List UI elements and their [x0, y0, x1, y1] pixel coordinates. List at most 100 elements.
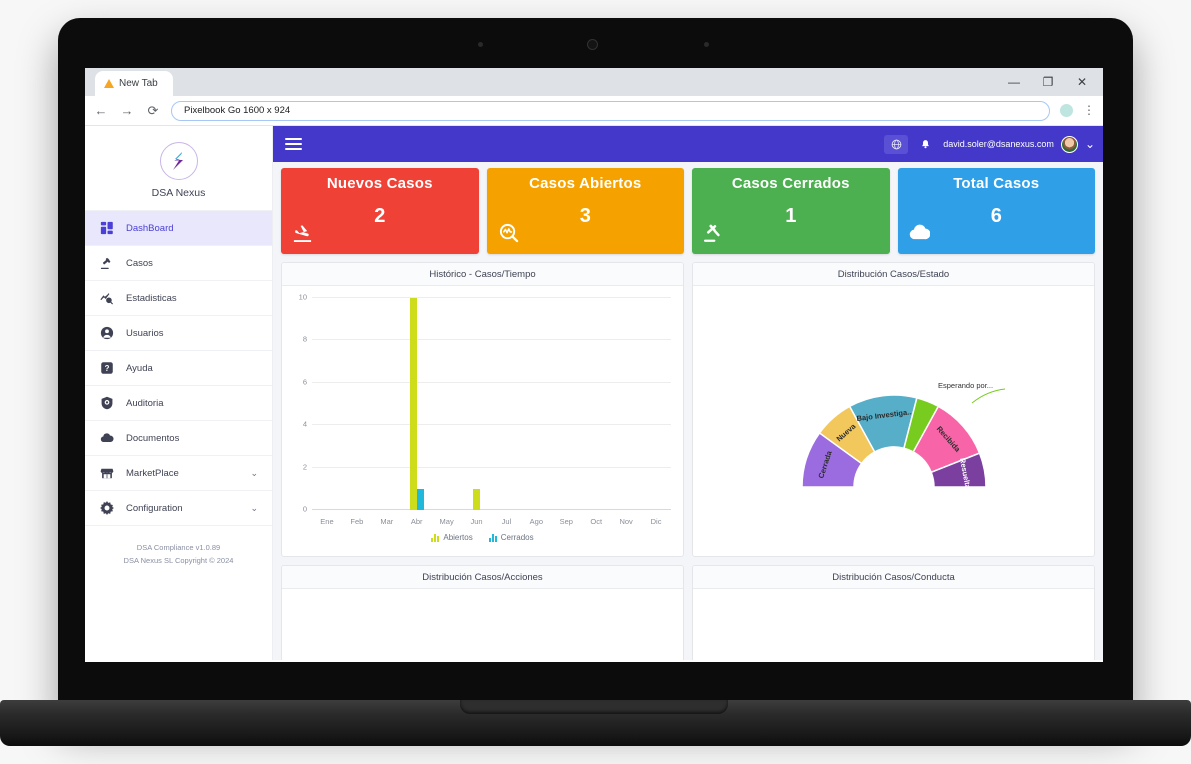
plane-landing-icon: [292, 222, 313, 247]
sidebar-nav: DashBoard Casos Estadisticas Usuarios? Ayuda…: [85, 210, 272, 526]
laptop-mockup-scene: New Tab — ❐ ✕ ← → ⟳ Pixelbook Go 1600 x …: [0, 0, 1191, 764]
x-axis-tick: Dic: [650, 517, 662, 526]
browser-tab[interactable]: New Tab: [95, 71, 173, 96]
y-axis-tick: 8: [302, 334, 307, 344]
sidebar-item-dashboard[interactable]: DashBoard: [85, 210, 272, 246]
sidebar-item-label: Casos: [126, 257, 153, 269]
shield-eye-icon: [101, 396, 112, 410]
bar-abiertos-jun[interactable]: [473, 488, 481, 510]
x-category-band: Jul: [492, 298, 522, 526]
kpi-title: Casos Cerrados: [731, 175, 850, 192]
gavel-icon: [99, 256, 114, 271]
sidebar-item-casos[interactable]: Casos: [85, 245, 272, 281]
kpi-card-casos-cerrados[interactable]: Casos Cerrados 1: [692, 168, 890, 254]
panel-body: [282, 589, 683, 660]
dashboard-grid-icon: [99, 221, 114, 236]
document-cloud-icon: [100, 433, 114, 443]
chevron-down-icon[interactable]: ⌄: [250, 503, 258, 514]
close-button[interactable]: ✕: [1065, 68, 1099, 96]
bar-chart-legend: Abiertos Cerrados: [282, 533, 683, 542]
dsa-nexus-logo-icon: [159, 142, 198, 180]
minimize-button[interactable]: —: [997, 68, 1031, 96]
x-axis-tick: Feb: [350, 517, 364, 526]
sidebar-item-marketplace[interactable]: MarketPlace ⌄: [85, 455, 272, 491]
svg-text:?: ?: [104, 364, 109, 373]
app-topbar: david.soler@dsanexus.com ⌄: [273, 126, 1103, 162]
panel-historico-casos-tiempo: Histórico - Casos/Tiempo 0 2 4 6 8 10 Ene Feb Ma…: [281, 262, 684, 557]
browser-profile-avatar[interactable]: [1060, 104, 1073, 117]
avatar[interactable]: [1060, 135, 1078, 153]
chevron-down-icon[interactable]: ⌄: [250, 468, 258, 479]
kpi-card-nuevos-casos[interactable]: Nuevos Casos 2: [281, 168, 479, 254]
chevron-down-icon[interactable]: ⌄: [1085, 137, 1095, 151]
panel-title: Distribución Casos/Estado: [693, 263, 1094, 286]
bar-chart-historico: 0 2 4 6 8 10 Ene Feb Mar Abr May Jun Jul Ago Sep Oct Nov…: [282, 286, 683, 556]
x-axis-tick: Jul: [501, 517, 512, 526]
topbar-right-group: david.soler@dsanexus.com ⌄: [884, 134, 1095, 154]
sidebar-footer-copyright: DSA Nexus SL Copyright © 2024: [123, 555, 234, 565]
bar-chart-plot-area: 0 2 4 6 8 10 Ene Feb Mar Abr May Jun Jul Ago Sep Oct Nov…: [299, 293, 671, 526]
x-category-band: Mar: [372, 298, 402, 526]
kpi-cards: Nuevos Casos 2 Casos Abiertos 3 Casos Cerrad…: [281, 168, 1095, 254]
legend-item-abiertos[interactable]: Abiertos: [431, 533, 473, 542]
browser-menu-kebab-icon[interactable]: ⋮: [1083, 104, 1095, 116]
sidebar-item-documentos[interactable]: Documentos: [85, 420, 272, 456]
semi-donut-svg: CerradaNuevaBajo Investiga...RecibidaRes…: [800, 388, 1005, 490]
x-category-band: Nov: [611, 298, 641, 526]
sidebar-item-label: DashBoard: [126, 222, 174, 234]
y-axis-tick: 10: [298, 292, 307, 302]
globe-icon[interactable]: [884, 134, 909, 154]
chart-search-icon: [99, 291, 114, 306]
window-controls: — ❐ ✕: [997, 68, 1099, 96]
bar-abiertos-abr[interactable]: [409, 298, 417, 510]
kpi-card-total-casos[interactable]: Total Casos 6: [897, 168, 1095, 254]
x-axis-tick: Sep: [559, 517, 573, 526]
storefront-icon: [100, 468, 113, 479]
maximize-button[interactable]: ❐: [1031, 68, 1065, 96]
legend-item-cerrados[interactable]: Cerrados: [488, 533, 534, 542]
bar-chart-glyph-icon: [488, 533, 497, 542]
brand-block: DSA Nexus: [85, 126, 272, 211]
bar-chart-glyph-icon: [431, 533, 440, 542]
x-axis-tick: Abr: [410, 517, 423, 526]
sidebar-item-estadisticas[interactable]: Estadisticas: [85, 280, 272, 316]
sidebar: DSA Nexus DashBoard Casos Estadisticas Usua…: [85, 126, 273, 660]
legend-label: Cerrados: [500, 533, 534, 542]
gear-icon: [99, 501, 114, 516]
semi-pie-acciones: [282, 607, 683, 660]
panel-title: Distribución Casos/Acciones: [282, 566, 683, 589]
address-bar[interactable]: Pixelbook Go 1600 x 924: [171, 100, 1050, 121]
sidebar-item-configuration[interactable]: Configuration ⌄: [85, 490, 272, 526]
x-category-band: Ago: [521, 298, 551, 526]
sidebar-item-ayuda[interactable]: ? Ayuda: [85, 350, 272, 386]
sidebar-item-usuarios[interactable]: Usuarios: [85, 315, 272, 351]
x-axis-tick: Ene: [320, 517, 334, 526]
legend-label: Abiertos: [443, 533, 473, 542]
laptop-base-notch: [460, 700, 728, 714]
x-axis-tick: Ago: [529, 517, 544, 526]
sidebar-item-label: Estadisticas: [126, 292, 177, 304]
semi-pie-conducta: [693, 607, 1094, 660]
back-icon[interactable]: ←: [93, 103, 109, 118]
sidebar-item-label: MarketPlace: [126, 467, 179, 479]
kpi-card-casos-abiertos[interactable]: Casos Abiertos 3: [486, 168, 684, 254]
document-cloud-icon: [99, 431, 114, 446]
browser-tabstrip: New Tab — ❐ ✕: [85, 68, 1103, 96]
sidebar-item-auditoria[interactable]: Auditoria: [85, 385, 272, 421]
y-axis-tick: 4: [302, 419, 307, 429]
panel-distribucion-casos-estado: Distribución Casos/Estado Cerrada Nueva Ba…: [692, 262, 1095, 557]
x-axis-tick: May: [439, 517, 454, 526]
brand-name: DSA Nexus: [151, 187, 206, 199]
sidebar-item-label: Documentos: [126, 432, 180, 444]
kpi-title: Total Casos: [953, 175, 1040, 192]
bar-cerrados-abr[interactable]: [416, 488, 424, 510]
hamburger-menu-icon[interactable]: [285, 135, 302, 153]
forward-icon[interactable]: →: [119, 103, 135, 118]
webcam-icon: [587, 39, 598, 50]
x-axis-tick: Oct: [590, 517, 603, 526]
address-bar-value: Pixelbook Go 1600 x 924: [184, 105, 291, 116]
reload-icon[interactable]: ⟳: [145, 103, 161, 119]
notification-bell-icon[interactable]: [915, 135, 936, 153]
sensor-dot-left: [478, 42, 483, 47]
browser-omnibar: ← → ⟳ Pixelbook Go 1600 x 924 ⋮: [85, 96, 1103, 126]
